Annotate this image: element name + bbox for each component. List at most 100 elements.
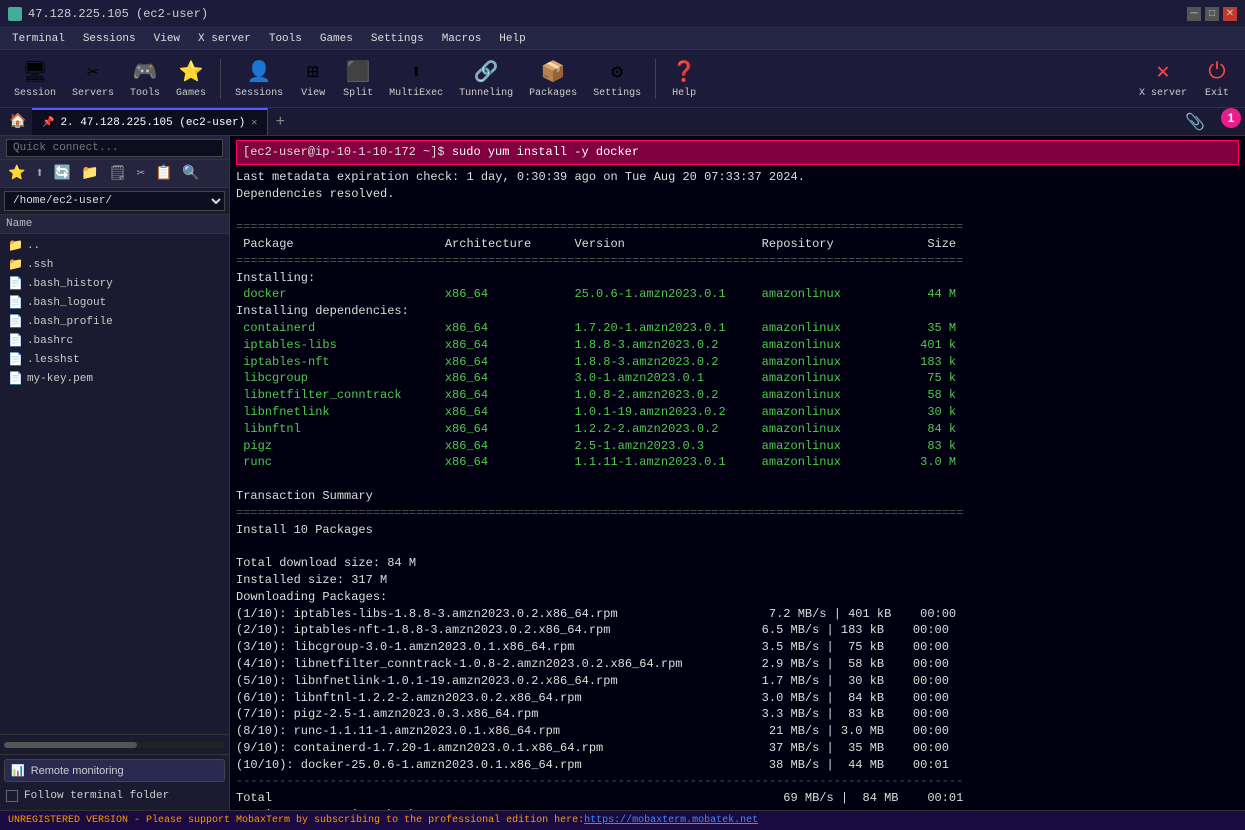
pkg-libnftnl: libnftnl x86_64 1.2.2-2.amzn2023.0.2 ama… bbox=[236, 422, 956, 436]
toolbar-settings-button[interactable]: ⚙ Settings bbox=[587, 54, 647, 103]
maximize-button[interactable]: □ bbox=[1205, 7, 1219, 21]
menu-help[interactable]: Help bbox=[491, 31, 533, 47]
pkg-docker: docker x86_64 25.0.6-1.amzn2023.0.1 amaz… bbox=[236, 287, 956, 301]
tree-item-label: .bashrc bbox=[27, 335, 73, 347]
menu-settings[interactable]: Settings bbox=[363, 31, 432, 47]
tree-item-label: .bash_profile bbox=[27, 316, 113, 328]
tree-item-mykey[interactable]: 📄 my-key.pem bbox=[0, 369, 229, 388]
menu-sessions[interactable]: Sessions bbox=[75, 31, 144, 47]
pkg-runc: runc x86_64 1.1.11-1.amzn2023.0.1 amazon… bbox=[236, 455, 956, 469]
status-text: UNREGISTERED VERSION - Please support Mo… bbox=[8, 815, 584, 826]
dl-4: (4/10): libnetfilter_conntrack-1.0.8-2.a… bbox=[236, 657, 949, 671]
sidebar-delete-button[interactable]: ✂ bbox=[133, 163, 149, 184]
toolbar-games-button[interactable]: ⭐ Games bbox=[170, 54, 212, 103]
tree-item-dotdot[interactable]: 📁 .. bbox=[0, 236, 229, 255]
pkg-iptables-nft: iptables-nft x86_64 1.8.8-3.amzn2023.0.2… bbox=[236, 355, 956, 369]
tree-item-bash-history[interactable]: 📄 .bash_history bbox=[0, 274, 229, 293]
toolbar-tunneling-button[interactable]: 🔗 Tunneling bbox=[453, 54, 519, 103]
tools-label: Tools bbox=[130, 88, 160, 99]
monitor-icon: 📊 bbox=[11, 764, 25, 777]
menu-games[interactable]: Games bbox=[312, 31, 361, 47]
dl-8: (8/10): runc-1.1.11-1.amzn2023.0.1.x86_6… bbox=[236, 724, 949, 738]
tree-item-bash-profile[interactable]: 📄 .bash_profile bbox=[0, 312, 229, 331]
exit-label: Exit bbox=[1205, 88, 1229, 99]
follow-folder-row: Follow terminal folder bbox=[4, 786, 225, 806]
toolbar-servers-button[interactable]: ✂ Servers bbox=[66, 54, 120, 103]
tree-item-bashrc[interactable]: 📄 .bashrc bbox=[0, 331, 229, 350]
tunneling-icon: 🔗 bbox=[472, 58, 500, 86]
menu-macros[interactable]: Macros bbox=[434, 31, 490, 47]
toolbar-packages-button[interactable]: 📦 Packages bbox=[523, 54, 583, 103]
close-button[interactable]: ✕ bbox=[1223, 7, 1237, 21]
toolbar-split-button[interactable]: ⬛ Split bbox=[337, 54, 379, 103]
remote-monitor-button[interactable]: 📊 Remote monitoring bbox=[4, 759, 225, 782]
total-download-size: Total download size: 84 M bbox=[236, 556, 416, 570]
folder-icon: 📁 bbox=[8, 238, 23, 253]
tree-item-bash-logout[interactable]: 📄 .bash_logout bbox=[0, 293, 229, 312]
status-link[interactable]: https://mobaxterm.mobatek.net bbox=[584, 815, 758, 826]
tab-attach-button[interactable]: 📎 bbox=[1177, 108, 1213, 135]
tree-item-label: my-key.pem bbox=[27, 373, 93, 385]
separator-4: ----------------------------------------… bbox=[236, 774, 963, 788]
sidebar-folder-button[interactable]: 📁 bbox=[77, 163, 102, 184]
file-icon: 📄 bbox=[8, 314, 23, 329]
tree-item-lesshst[interactable]: 📄 .lesshst bbox=[0, 350, 229, 369]
follow-folder-checkbox[interactable] bbox=[6, 790, 18, 802]
folder-path-select[interactable]: /home/ec2-user/ bbox=[4, 191, 225, 211]
toolbar-exit-button[interactable]: ⏻ Exit bbox=[1197, 54, 1237, 103]
minimize-button[interactable]: ─ bbox=[1187, 7, 1201, 21]
session-icon: 🖥 bbox=[21, 58, 49, 86]
metadata-line: Last metadata expiration check: 1 day, 0… bbox=[236, 170, 805, 184]
toolbar-sep-1 bbox=[220, 59, 221, 99]
command-text: sudo yum install -y docker bbox=[452, 145, 639, 159]
quick-connect-input[interactable] bbox=[6, 139, 223, 157]
sidebar-bottom: 📊 Remote monitoring Follow terminal fold… bbox=[0, 754, 229, 810]
sidebar-scrollbar-track bbox=[4, 742, 225, 748]
tree-item-label: .bash_history bbox=[27, 278, 113, 290]
toolbar-help-button[interactable]: ❓ Help bbox=[664, 54, 704, 103]
tab-ec2-user[interactable]: 📌 2. 47.128.225.105 (ec2-user) ✕ bbox=[32, 108, 268, 135]
toolbar-view-button[interactable]: ⊞ View bbox=[293, 54, 333, 103]
toolbar-xserver-button[interactable]: ✕ X server bbox=[1133, 54, 1193, 103]
toolbar-session-button[interactable]: 🖥 Session bbox=[8, 54, 62, 103]
terminal-content[interactable]: [ec2-user@ip-10-1-10-172 ~]$ sudo yum in… bbox=[230, 136, 1245, 810]
tree-item-label: .. bbox=[27, 240, 40, 252]
sidebar-tree-header: Name bbox=[0, 215, 229, 234]
installing-deps-header: Installing dependencies: bbox=[236, 304, 409, 318]
sidebar-toolbar: ⭐ ⬆ 🔄 📁 🗒 ✂ 📋 🔍 bbox=[0, 160, 229, 188]
sidebar-up-button[interactable]: ⬆ bbox=[31, 163, 47, 184]
xserver-icon: ✕ bbox=[1149, 58, 1177, 86]
multiexec-label: MultiExec bbox=[389, 88, 443, 99]
toolbar-sessions-button[interactable]: 👤 Sessions bbox=[229, 54, 289, 103]
menu-terminal[interactable]: Terminal bbox=[4, 31, 73, 47]
sidebar-scroll-area bbox=[0, 734, 229, 754]
tree-item-label: .lesshst bbox=[27, 354, 80, 366]
tab-add-button[interactable]: + bbox=[268, 108, 292, 135]
installed-size: Installed size: 317 M bbox=[236, 573, 387, 587]
dl-10: (10/10): docker-25.0.6-1.amzn2023.0.1.x8… bbox=[236, 758, 949, 772]
pkg-pigz: pigz x86_64 2.5-1.amzn2023.0.3 amazonlin… bbox=[236, 439, 956, 453]
file-icon: 📄 bbox=[8, 295, 23, 310]
menu-view[interactable]: View bbox=[146, 31, 188, 47]
sidebar-search-button[interactable]: 🔍 bbox=[178, 163, 203, 184]
sidebar-star-button[interactable]: ⭐ bbox=[4, 163, 29, 184]
command-prompt: [ec2-user@ip-10-1-10-172 ~]$ bbox=[243, 145, 452, 159]
tab-home-button[interactable]: 🏠 bbox=[4, 108, 32, 135]
sidebar-scrollbar-thumb[interactable] bbox=[4, 742, 137, 748]
split-label: Split bbox=[343, 88, 373, 99]
sidebar-new-button[interactable]: 🗒 bbox=[105, 163, 131, 184]
tree-item-ssh[interactable]: 📁 .ssh bbox=[0, 255, 229, 274]
packages-icon: 📦 bbox=[539, 58, 567, 86]
toolbar-multiexec-button[interactable]: ⬆ MultiExec bbox=[383, 54, 449, 103]
pkg-libcgroup: libcgroup x86_64 3.0-1.amzn2023.0.1 amaz… bbox=[236, 371, 956, 385]
tab-close-button[interactable]: ✕ bbox=[251, 117, 257, 129]
title-bar-left: 47.128.225.105 (ec2-user) bbox=[8, 7, 208, 21]
follow-folder-label: Follow terminal folder bbox=[24, 790, 169, 802]
window-controls: ─ □ ✕ bbox=[1187, 7, 1237, 21]
sidebar-copy-button[interactable]: 📋 bbox=[151, 163, 176, 184]
menu-xserver[interactable]: X server bbox=[190, 31, 259, 47]
sidebar-refresh-button[interactable]: 🔄 bbox=[50, 163, 75, 184]
toolbar-tools-button[interactable]: 🎮 Tools bbox=[124, 54, 166, 103]
menu-tools[interactable]: Tools bbox=[261, 31, 310, 47]
app-icon bbox=[8, 7, 22, 21]
